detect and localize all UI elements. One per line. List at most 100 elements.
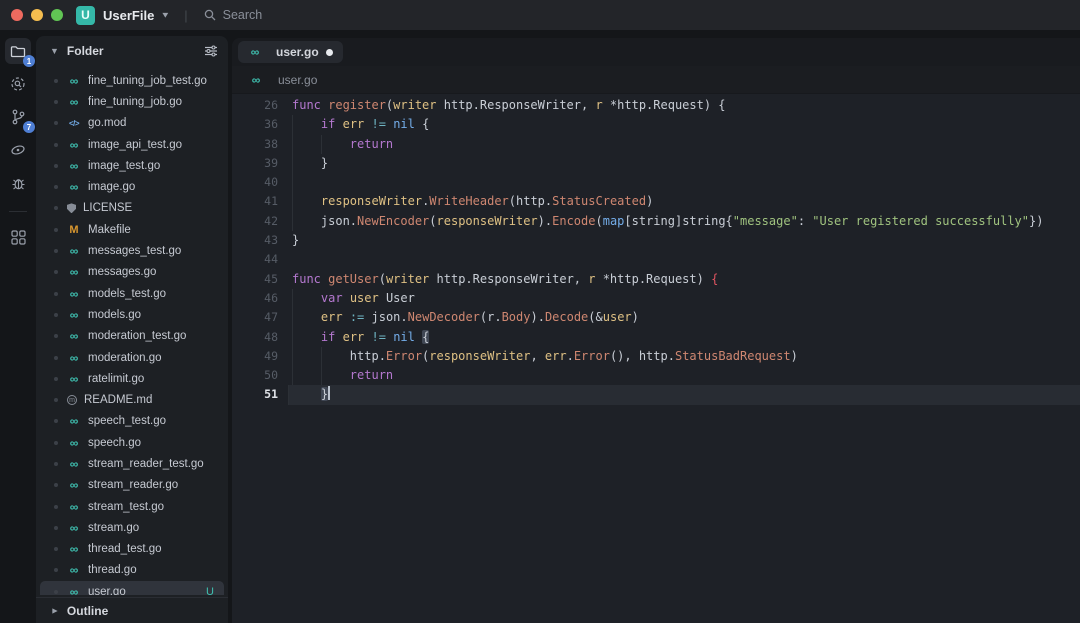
- line-content[interactable]: }: [292, 154, 1080, 173]
- file-row[interactable]: ∞stream_reader_test.go: [40, 453, 224, 474]
- file-row[interactable]: ∞fine_tuning_job_test.go: [40, 70, 224, 91]
- chevron-down-icon[interactable]: ▼: [160, 11, 170, 20]
- code-line[interactable]: 51 }: [232, 385, 1080, 404]
- file-row[interactable]: ∞models_test.go: [40, 283, 224, 304]
- line-content[interactable]: http.Error(responseWriter, err.Error(), …: [292, 347, 1080, 366]
- line-number[interactable]: 40: [232, 173, 278, 192]
- code-line[interactable]: 46 var user User: [232, 289, 1080, 308]
- minimize-window-button[interactable]: [31, 9, 43, 21]
- line-content[interactable]: func getUser(writer http.ResponseWriter,…: [292, 270, 1080, 289]
- modified-dot-icon[interactable]: [326, 49, 333, 56]
- file-row[interactable]: ∞image_api_test.go: [40, 134, 224, 155]
- file-row[interactable]: ∞stream_test.go: [40, 496, 224, 517]
- line-number[interactable]: 49: [232, 347, 278, 366]
- project-title[interactable]: UserFile: [103, 8, 154, 23]
- titlebar: U UserFile ▼ | Search: [0, 0, 1080, 30]
- code-line[interactable]: 39 }: [232, 154, 1080, 173]
- file-row[interactable]: MMakefile: [40, 219, 224, 240]
- project-panel: ▼ Folder ∞fine_tuning_job_test.go∞fine_t…: [36, 36, 228, 623]
- line-content[interactable]: }: [292, 231, 1080, 250]
- line-number[interactable]: 45: [232, 270, 278, 289]
- file-row[interactable]: ∞speech_test.go: [40, 411, 224, 432]
- zoom-window-button[interactable]: [51, 9, 63, 21]
- line-number[interactable]: 51: [232, 385, 278, 404]
- file-row[interactable]: LICENSE: [40, 198, 224, 219]
- line-content[interactable]: }: [288, 385, 1080, 404]
- tab-user-go[interactable]: ∞ user.go: [238, 41, 343, 63]
- debug-panel-button[interactable]: [5, 170, 31, 196]
- file-row[interactable]: ∞thread_test.go: [40, 539, 224, 560]
- file-row[interactable]: ∞speech.go: [40, 432, 224, 453]
- code-line[interactable]: 49 http.Error(responseWriter, err.Error(…: [232, 347, 1080, 366]
- file-row[interactable]: ∞messages.go: [40, 262, 224, 283]
- line-content[interactable]: func register(writer http.ResponseWriter…: [292, 96, 1080, 115]
- file-name: moderation.go: [88, 352, 224, 364]
- git-panel-button[interactable]: 7: [5, 104, 31, 130]
- line-content[interactable]: json.NewEncoder(responseWriter).Encode(m…: [292, 212, 1080, 231]
- line-number[interactable]: 44: [232, 250, 278, 269]
- line-number[interactable]: 36: [232, 115, 278, 134]
- code-editor[interactable]: 26 func register(writer http.ResponseWrit…: [232, 94, 1080, 623]
- file-row[interactable]: ∞stream_reader.go: [40, 475, 224, 496]
- code-line[interactable]: 40: [232, 173, 1080, 192]
- line-number[interactable]: 47: [232, 308, 278, 327]
- filter-icon[interactable]: [204, 45, 218, 57]
- line-content[interactable]: [292, 250, 1080, 269]
- file-row[interactable]: ∞moderation_test.go: [40, 326, 224, 347]
- line-number[interactable]: 46: [232, 289, 278, 308]
- file-row[interactable]: ∞user.goU: [40, 581, 224, 595]
- global-search[interactable]: Search: [204, 8, 263, 22]
- line-number[interactable]: 41: [232, 192, 278, 211]
- code-line[interactable]: 41 responseWriter.WriteHeader(http.Statu…: [232, 192, 1080, 211]
- project-panel-header[interactable]: ▼ Folder: [36, 36, 228, 66]
- file-row[interactable]: ∞image_test.go: [40, 155, 224, 176]
- search-panel-button[interactable]: [5, 71, 31, 97]
- line-content[interactable]: if err != nil {: [292, 328, 1080, 347]
- file-row[interactable]: ∞messages_test.go: [40, 240, 224, 261]
- code-line[interactable]: 26 func register(writer http.ResponseWrit…: [232, 96, 1080, 115]
- file-row[interactable]: ∞thread.go: [40, 560, 224, 581]
- line-content[interactable]: var user User: [292, 289, 1080, 308]
- files-panel-button[interactable]: 1: [5, 38, 31, 64]
- line-content[interactable]: return: [292, 366, 1080, 385]
- file-row[interactable]: </>go.mod: [40, 113, 224, 134]
- chevron-down-icon[interactable]: ▼: [50, 46, 59, 56]
- code-line[interactable]: 38 return: [232, 135, 1080, 154]
- file-row[interactable]: ∞ratelimit.go: [40, 368, 224, 389]
- mod-file-icon: </>: [67, 119, 81, 128]
- file-row[interactable]: ∞models.go: [40, 304, 224, 325]
- line-number[interactable]: 50: [232, 366, 278, 385]
- file-row[interactable]: mREADME.md: [40, 389, 224, 410]
- code-line[interactable]: 50 return: [232, 366, 1080, 385]
- line-number[interactable]: 39: [232, 154, 278, 173]
- file-name: stream_reader_test.go: [88, 458, 224, 470]
- extensions-panel-button[interactable]: [5, 224, 31, 250]
- close-window-button[interactable]: [11, 9, 23, 21]
- code-line[interactable]: 44: [232, 250, 1080, 269]
- file-row[interactable]: ∞moderation.go: [40, 347, 224, 368]
- line-number[interactable]: 42: [232, 212, 278, 231]
- line-number[interactable]: 38: [232, 135, 278, 154]
- file-row[interactable]: ∞stream.go: [40, 517, 224, 538]
- line-content[interactable]: err := json.NewDecoder(r.Body).Decode(&u…: [292, 308, 1080, 327]
- line-content[interactable]: return: [292, 135, 1080, 154]
- code-line[interactable]: 36 if err != nil {: [232, 115, 1080, 134]
- go-file-icon: ∞: [67, 586, 81, 595]
- code-line[interactable]: 48 if err != nil {: [232, 328, 1080, 347]
- line-content[interactable]: if err != nil {: [292, 115, 1080, 134]
- code-line[interactable]: 42 json.NewEncoder(responseWriter).Encod…: [232, 212, 1080, 231]
- code-line[interactable]: 45 func getUser(writer http.ResponseWrite…: [232, 270, 1080, 289]
- code-token: StatusBadRequest: [675, 349, 791, 363]
- line-number[interactable]: 26: [232, 96, 278, 115]
- code-line[interactable]: 47 err := json.NewDecoder(r.Body).Decode…: [232, 308, 1080, 327]
- file-row[interactable]: ∞fine_tuning_job.go: [40, 91, 224, 112]
- line-number[interactable]: 43: [232, 231, 278, 250]
- review-panel-button[interactable]: [5, 137, 31, 163]
- line-number[interactable]: 48: [232, 328, 278, 347]
- outline-section[interactable]: ▼ Outline: [36, 597, 228, 623]
- line-content[interactable]: responseWriter.WriteHeader(http.StatusCr…: [292, 192, 1080, 211]
- line-content[interactable]: [292, 173, 1080, 192]
- file-row[interactable]: ∞image.go: [40, 176, 224, 197]
- code-line[interactable]: 43}: [232, 231, 1080, 250]
- breadcrumb[interactable]: ∞ user.go: [232, 66, 1080, 94]
